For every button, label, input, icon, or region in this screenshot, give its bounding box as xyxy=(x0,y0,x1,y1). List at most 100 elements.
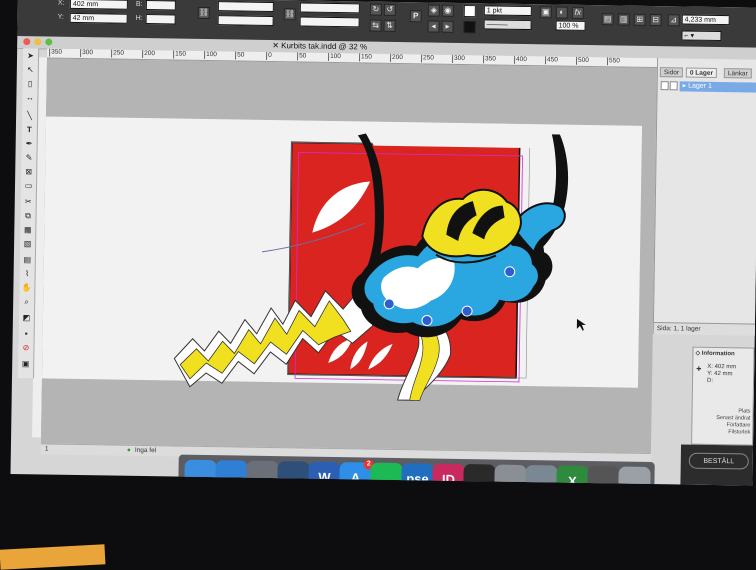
app-store-icon[interactable]: A2 xyxy=(339,459,374,486)
ruler-tick: 500 xyxy=(575,56,589,65)
safari-icon[interactable] xyxy=(215,460,248,486)
direct-selection-tool-icon[interactable]: ↖ xyxy=(25,64,36,75)
zoom-tool-icon[interactable]: ⌕ xyxy=(21,296,32,307)
flip-vertical-icon[interactable]: ⇅ xyxy=(383,19,396,32)
eyedropper-tool-icon[interactable]: ⌇ xyxy=(22,268,33,279)
close-tab-icon[interactable]: ✕ xyxy=(272,41,281,50)
select-previous-icon[interactable]: ◂ xyxy=(427,20,440,33)
note-tool-icon[interactable]: ▤ xyxy=(22,254,33,265)
zoom-window-icon[interactable] xyxy=(45,38,53,46)
ruler-tick: 150 xyxy=(173,50,187,59)
measure-field[interactable]: 4,233 mm xyxy=(681,14,730,26)
opacity-field[interactable]: 100 % xyxy=(555,20,586,31)
page-tool-icon[interactable]: ▯ xyxy=(25,78,36,89)
crosshair-icon: ✚ xyxy=(696,366,702,373)
align-icon[interactable]: ⊟ xyxy=(649,13,662,27)
type-tool-icon[interactable]: T xyxy=(24,124,35,135)
scissors-tool-icon[interactable]: ✂ xyxy=(23,196,34,207)
rectangle-tool-icon[interactable]: ▭ xyxy=(23,180,34,191)
gap-tool-icon[interactable]: ↔ xyxy=(24,92,35,103)
rotate-ccw-icon[interactable]: ↺ xyxy=(383,3,396,16)
opacity-icon[interactable]: ◐ xyxy=(555,6,568,19)
image-capture-icon[interactable] xyxy=(494,464,527,486)
scale-x-field[interactable] xyxy=(217,1,274,13)
drop-shadow-icon[interactable]: ▣ xyxy=(539,6,552,19)
photoshop-elements-icon[interactable]: pse xyxy=(401,463,434,486)
apply-color-icon[interactable]: ▪ xyxy=(21,328,32,339)
frame-tool-icon[interactable]: ⊠ xyxy=(23,166,34,177)
pen-tool-icon[interactable]: ✒ xyxy=(24,138,35,149)
hand-tool-icon[interactable]: ✋ xyxy=(21,282,32,293)
stroke-swatch-icon[interactable] xyxy=(463,21,476,34)
layer-row[interactable]: ▸ Lager 1 xyxy=(679,81,756,93)
tab-pages[interactable]: Sidor xyxy=(659,67,684,78)
measure-icon[interactable]: ⊿ xyxy=(667,14,680,27)
apply-none-icon[interactable]: ⊘ xyxy=(20,342,31,353)
indesign-icon[interactable]: ID xyxy=(432,463,465,486)
rotation-field[interactable] xyxy=(299,2,360,14)
preview-icon[interactable] xyxy=(525,465,558,486)
excel-icon[interactable]: X xyxy=(556,465,589,486)
select-next-icon[interactable]: ▸ xyxy=(441,20,454,33)
mouse-cursor-icon xyxy=(576,318,586,331)
width-field[interactable] xyxy=(145,0,176,11)
word-icon[interactable]: W xyxy=(308,461,341,486)
x-position-field[interactable]: 402 mm xyxy=(69,0,128,10)
shear-field[interactable] xyxy=(299,16,360,28)
gradient-feather-tool-icon[interactable]: ▧ xyxy=(22,238,33,249)
selection-tool-icon[interactable]: ➤ xyxy=(25,50,36,61)
tab-layers[interactable]: 0 Lager xyxy=(685,67,718,78)
height-field[interactable] xyxy=(145,14,176,25)
ruler-tick: 350 xyxy=(49,48,63,57)
transform-tool-icon[interactable]: ⧉ xyxy=(22,210,33,221)
scale-y-field[interactable] xyxy=(217,15,274,27)
fill-swatch-icon[interactable] xyxy=(463,5,476,18)
fill-stroke-icon[interactable]: ◩ xyxy=(21,312,32,323)
layer-visibility-icon[interactable] xyxy=(660,81,669,91)
fitting-icon[interactable]: ⊞ xyxy=(633,13,646,26)
rotate-cw-icon[interactable]: ↻ xyxy=(369,3,382,16)
gradient-tool-icon[interactable]: ▦ xyxy=(22,224,33,235)
document-tab[interactable]: ✕ Kurbits tak.indd @ 32 % xyxy=(272,41,367,52)
desk-sticky-note xyxy=(0,544,106,570)
pasteboard[interactable] xyxy=(40,58,657,453)
stroke-type-select[interactable]: ——— xyxy=(483,19,532,31)
y-position-field[interactable]: 42 mm xyxy=(69,12,128,24)
monitor-screen: X: 402 mm Y: 42 mm B: H: ⛓ ⛓ ↻ ↺ ⇆ ⇅ P ◈… xyxy=(10,0,756,486)
document-tab-title: Kurbits tak.indd @ 32 % xyxy=(281,41,368,52)
ruler-tick: 400 xyxy=(513,55,527,65)
imovie-icon[interactable] xyxy=(463,464,496,486)
launchpad-icon[interactable] xyxy=(246,460,279,486)
stroke-weight-field[interactable]: 1 pkt xyxy=(483,5,532,17)
ruler-tick: 300 xyxy=(80,48,94,58)
line-tool-icon[interactable]: ╲ xyxy=(24,110,35,121)
layer-lock-icon[interactable] xyxy=(669,81,678,91)
finder-icon[interactable] xyxy=(184,459,217,486)
select-content-icon[interactable]: ◉ xyxy=(441,4,454,17)
ruler-tick: 150 xyxy=(359,53,372,62)
reference-point-icon[interactable]: P xyxy=(409,10,422,23)
y-label: Y: xyxy=(57,13,64,21)
order-button[interactable]: BESTÄLL xyxy=(688,452,749,470)
corner-options-select[interactable]: ⌐ ▾ xyxy=(681,30,722,42)
page-number-field[interactable]: 1 xyxy=(45,444,49,454)
minimize-window-icon[interactable] xyxy=(34,38,42,46)
lock-scale-icon[interactable]: ⛓ xyxy=(283,8,296,21)
screen-mode-icon[interactable]: ▣ xyxy=(20,358,31,369)
text-wrap-icon[interactable]: ▤ xyxy=(601,13,614,26)
constrain-proportions-icon[interactable]: ⛓ xyxy=(197,6,210,20)
kurbits-artwork[interactable] xyxy=(41,58,657,453)
book-icon[interactable] xyxy=(277,461,310,486)
select-container-icon[interactable]: ◈ xyxy=(427,4,440,17)
flip-horizontal-icon[interactable]: ⇆ xyxy=(369,19,382,32)
trash-icon[interactable] xyxy=(618,466,651,486)
text-wrap-shape-icon[interactable]: ▥ xyxy=(617,13,630,26)
installer-icon[interactable] xyxy=(587,466,620,486)
close-window-icon[interactable] xyxy=(23,38,31,46)
pencil-tool-icon[interactable]: ✎ xyxy=(23,152,34,163)
preflight-status[interactable]: Inga fel xyxy=(135,446,156,456)
effects-icon[interactable]: fx xyxy=(571,6,584,19)
tab-links[interactable]: Länkar xyxy=(723,68,752,79)
anchor-point-2 xyxy=(421,314,433,326)
spotify-icon[interactable] xyxy=(370,462,403,486)
